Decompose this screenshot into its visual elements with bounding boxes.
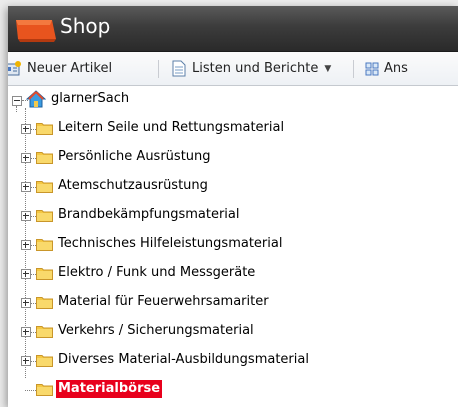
tree-connector <box>25 390 36 391</box>
shop-app-icon <box>16 20 56 42</box>
folder-icon <box>36 355 53 367</box>
toolbar-separator <box>158 60 159 78</box>
expand-icon[interactable] <box>21 124 31 134</box>
tree-node-samariter[interactable]: Material für Feuerwehrsamariter <box>8 293 458 319</box>
tree-root-label: glarnerSach <box>51 91 130 106</box>
home-icon <box>26 90 46 108</box>
folder-icon <box>36 384 53 396</box>
tree-node-label: Diverses Material-Ausbildungsmaterial <box>58 352 309 367</box>
expand-icon[interactable] <box>21 182 31 192</box>
view-label: Ans <box>384 61 408 76</box>
toolbar: Neuer Artikel Listen und Berichte ▼ Ans <box>8 52 458 86</box>
tree-node-verkehr[interactable]: Verkehrs / Sicherungsmaterial <box>8 322 458 348</box>
tree-node-brandbekaempfung[interactable]: Brandbekämpfungsmaterial <box>8 206 458 232</box>
tree-node-label: Persönliche Ausrüstung <box>58 149 211 164</box>
tree-node-diverses[interactable]: Diverses Material-Ausbildungsmaterial <box>8 351 458 377</box>
tree-root[interactable]: glarnerSach <box>8 90 458 116</box>
collapse-icon[interactable] <box>12 96 22 106</box>
expand-icon[interactable] <box>21 327 31 337</box>
lists-reports-button[interactable]: Listen und Berichte ▼ <box>171 52 331 85</box>
tree-node-leitern[interactable]: Leitern Seile und Rettungsmaterial <box>8 119 458 145</box>
chevron-down-icon: ▼ <box>324 63 332 74</box>
expand-icon[interactable] <box>21 153 31 163</box>
new-article-button[interactable]: Neuer Artikel <box>8 52 112 85</box>
folder-icon <box>36 152 53 164</box>
expand-icon[interactable] <box>21 298 31 308</box>
expand-icon[interactable] <box>21 240 31 250</box>
tree-node-label: Elektro / Funk und Messgeräte <box>58 265 256 280</box>
expand-icon[interactable] <box>21 211 31 221</box>
tree-node-label: Atemschutzausrüstung <box>58 178 208 193</box>
expand-icon[interactable] <box>21 269 31 279</box>
new-article-icon <box>8 60 21 75</box>
grid-icon <box>365 62 379 75</box>
folder-icon <box>36 239 53 251</box>
tree-node-label: Verkehrs / Sicherungsmaterial <box>58 323 254 338</box>
tree-node-label: Brandbekämpfungsmaterial <box>58 207 240 222</box>
tree-node-atemschutz[interactable]: Atemschutzausrüstung <box>8 177 458 203</box>
tree-node-label: Material für Feuerwehrsamariter <box>58 294 269 309</box>
tree-node-label: Leitern Seile und Rettungsmaterial <box>58 120 285 135</box>
new-article-label: Neuer Artikel <box>27 61 113 76</box>
folder-icon <box>36 297 53 309</box>
tree-node-persoenliche-ausruestung[interactable]: Persönliche Ausrüstung <box>8 148 458 174</box>
tree-node-technische-hilfe[interactable]: Technisches Hilfeleistungsmaterial <box>8 235 458 261</box>
window-title: Shop <box>60 14 111 38</box>
shop-window: Shop Neuer Artikel Listen und Berichte ▼ <box>8 6 458 407</box>
tree-node-materialboerse[interactable]: Materialbörse <box>8 380 458 406</box>
view-button[interactable]: Ans <box>365 52 408 85</box>
folder-icon <box>36 268 53 280</box>
document-icon <box>172 60 186 77</box>
toolbar-separator <box>353 60 354 78</box>
expand-icon[interactable] <box>21 356 31 366</box>
tree-node-elektro[interactable]: Elektro / Funk und Messgeräte <box>8 264 458 290</box>
lists-reports-label: Listen und Berichte <box>192 61 319 76</box>
category-tree: glarnerSach Leitern Seile und Rettungsma… <box>8 86 458 407</box>
folder-icon <box>36 181 53 193</box>
folder-icon <box>36 210 53 222</box>
folder-icon <box>36 326 53 338</box>
tree-node-label: Technisches Hilfeleistungsmaterial <box>58 236 283 251</box>
tree-node-label-selected: Materialbörse <box>56 380 163 398</box>
title-bar: Shop <box>8 6 458 52</box>
folder-icon <box>36 123 53 135</box>
